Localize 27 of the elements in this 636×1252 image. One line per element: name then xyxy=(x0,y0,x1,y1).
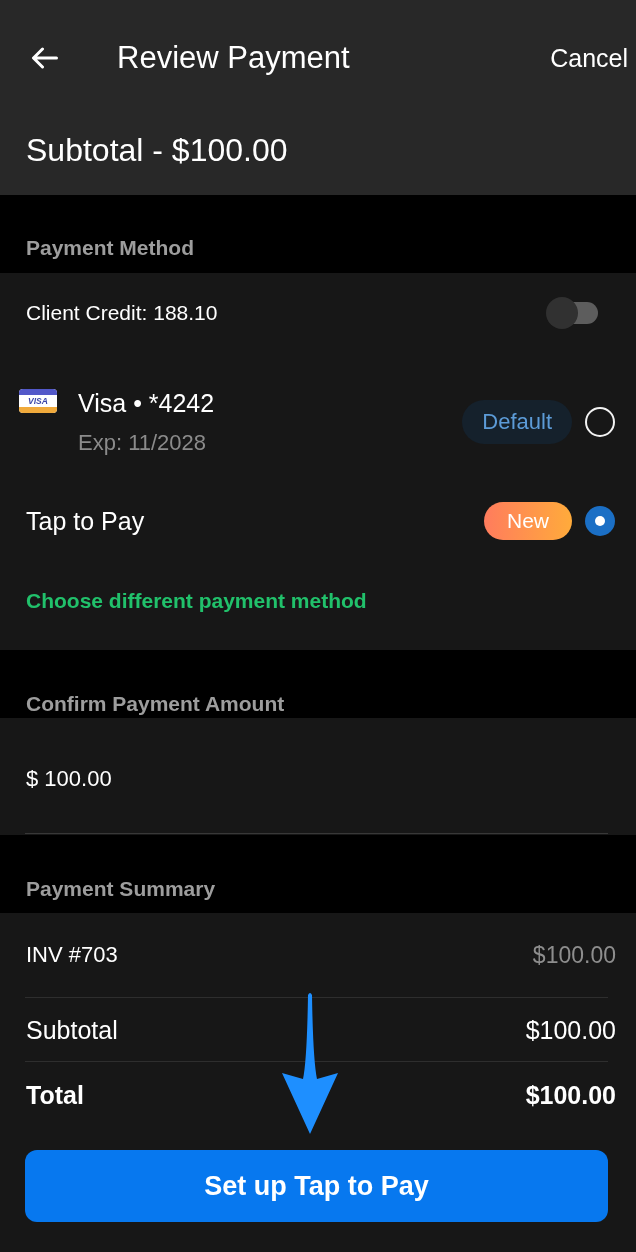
section-label: Payment Method xyxy=(26,236,195,260)
change-payment-link[interactable]: Choose different payment method xyxy=(26,587,367,614)
summary-amount: $100.00 xyxy=(525,1014,616,1045)
summary-amount: $100.00 xyxy=(532,941,616,970)
payment-method-name: Visa • *4242 xyxy=(78,388,215,418)
radio-button[interactable] xyxy=(585,407,615,437)
amount-field[interactable]: $ 100.00 xyxy=(0,718,636,835)
screen-title: Review Payment xyxy=(117,40,350,76)
section-label: Payment Summary xyxy=(26,877,216,901)
card-icon: VISA xyxy=(19,389,57,413)
radio-button[interactable] xyxy=(585,506,615,536)
subtotal-heading: Subtotal - $100.00 xyxy=(26,132,288,168)
back-button[interactable] xyxy=(31,47,58,69)
section-label: Confirm Payment Amount xyxy=(26,692,285,716)
toggle-switch[interactable] xyxy=(546,297,598,329)
setup-button[interactable]: Set up Tap to Pay xyxy=(25,1150,608,1222)
new-badge: New xyxy=(484,502,572,540)
cancel-button[interactable]: Cancel xyxy=(550,43,628,73)
payment-method-name: Tap to Pay xyxy=(26,506,145,536)
default-badge: Default xyxy=(462,400,572,444)
summary-label: Subtotal xyxy=(26,1014,118,1045)
client-credit-label: Client Credit: 188.10 xyxy=(26,300,218,326)
back-arrow-icon xyxy=(31,47,58,69)
card-expiry: Exp: 11/2028 xyxy=(78,430,208,456)
summary-label: INV #703 xyxy=(26,941,118,969)
summary-amount: $100.00 xyxy=(525,1080,616,1110)
summary-label: Total xyxy=(26,1080,84,1110)
